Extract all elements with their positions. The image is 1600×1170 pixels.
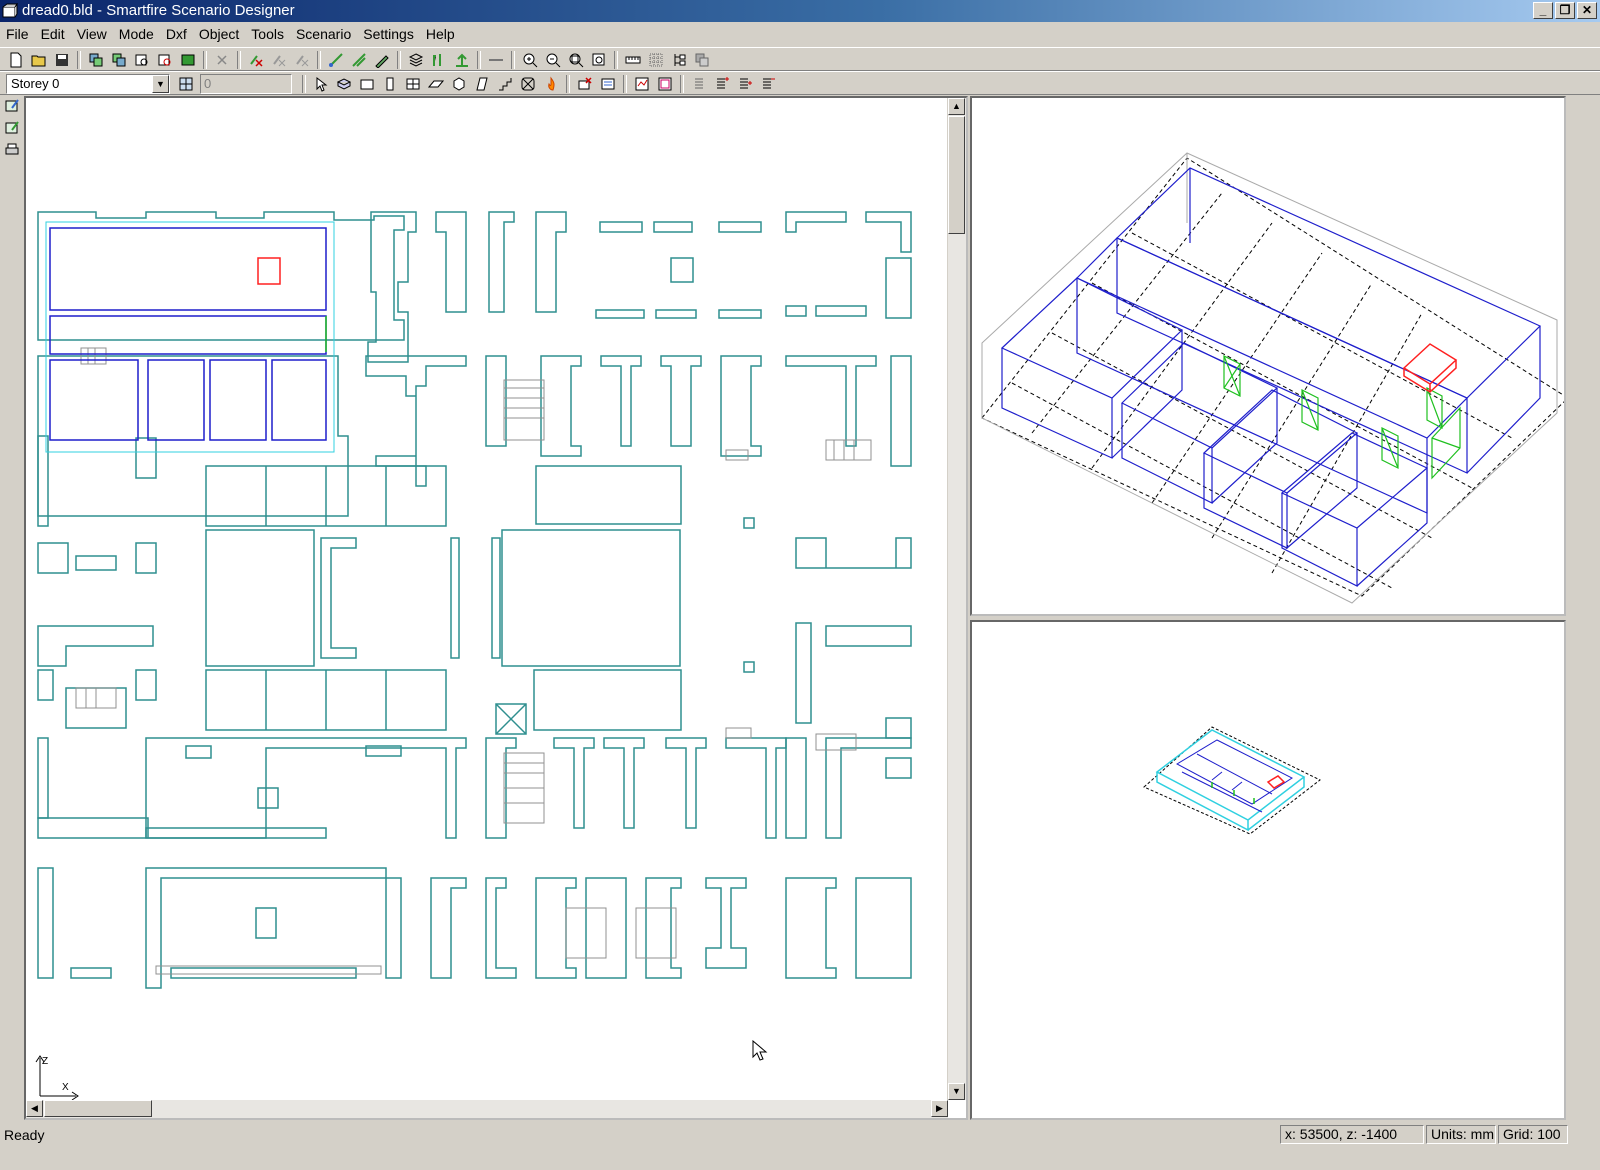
storey-select[interactable]: Storey 0 ▼ — [6, 74, 170, 94]
isometric-view-small[interactable] — [970, 620, 1566, 1120]
main-toolbar — [0, 47, 1600, 71]
mouse-cursor-icon — [752, 1040, 768, 1061]
scroll-left-button[interactable]: ◀ — [26, 1100, 43, 1117]
save-icon[interactable] — [52, 51, 72, 69]
find-icon[interactable] — [132, 51, 152, 69]
floor-plan-drawing[interactable] — [26, 98, 948, 1100]
plan-view[interactable]: Z X ▲ ▼ ◀ ▶ — [24, 96, 968, 1120]
horizontal-scroll-thumb[interactable] — [44, 1100, 152, 1117]
grid-icon[interactable] — [646, 51, 666, 69]
remove-object-icon[interactable] — [575, 75, 595, 93]
axis-x-label: X — [62, 1082, 69, 1093]
view-3d-icon[interactable] — [632, 75, 652, 93]
maximize-button[interactable]: ❐ — [1555, 2, 1575, 19]
list-add-icon[interactable] — [712, 75, 732, 93]
object-toolbar: Storey 0 ▼ 0 — [0, 71, 1600, 95]
status-coordinates: x: 53500, z: -1400 — [1280, 1125, 1424, 1144]
delete-icon[interactable] — [212, 51, 232, 69]
storey-object-icon[interactable] — [334, 75, 354, 93]
menu-dxf[interactable]: Dxf — [160, 26, 193, 42]
menu-file[interactable]: File — [0, 26, 35, 42]
grid-spacing-value: 0 — [204, 76, 212, 91]
plan-horizontal-scrollbar[interactable]: ◀ ▶ — [26, 1100, 948, 1118]
tree-icon[interactable] — [669, 51, 689, 69]
menu-scenario[interactable]: Scenario — [290, 26, 357, 42]
menu-tools[interactable]: Tools — [245, 26, 290, 42]
properties-icon[interactable] — [598, 75, 618, 93]
menu-edit[interactable]: Edit — [35, 26, 71, 42]
fire-icon[interactable] — [541, 75, 561, 93]
grid-snap-icon[interactable] — [176, 75, 196, 93]
print-tool-icon[interactable] — [2, 141, 22, 159]
menu-object[interactable]: Object — [193, 26, 245, 42]
status-units: Units: mm — [1426, 1125, 1496, 1144]
isometric-view-large[interactable] — [970, 96, 1566, 616]
axis-z-label: Z — [42, 1056, 49, 1067]
view-plan-icon[interactable] — [655, 75, 675, 93]
status-text: Ready — [4, 1127, 45, 1143]
floor-icon[interactable] — [426, 75, 446, 93]
building-3d-overview[interactable] — [972, 622, 1564, 1118]
database-icon[interactable] — [178, 51, 198, 69]
close-button[interactable]: ✕ — [1577, 2, 1597, 19]
window-title: dread0.bld - Smartfire Scenario Designer — [22, 2, 295, 19]
draw-room-tool-icon[interactable] — [2, 97, 22, 115]
block-icon[interactable] — [449, 75, 469, 93]
status-grid: Grid: 100 — [1498, 1125, 1568, 1144]
vertical-scroll-thumb[interactable] — [948, 116, 965, 234]
app-icon — [2, 3, 18, 18]
find-next-icon[interactable] — [155, 51, 175, 69]
menu-settings[interactable]: Settings — [357, 26, 420, 42]
edit-room-tool-icon[interactable] — [2, 119, 22, 137]
door-icon[interactable] — [380, 75, 400, 93]
building-3d-drawing[interactable] — [972, 98, 1564, 614]
menu-bar: File Edit View Mode Dxf Object Tools Sce… — [0, 22, 1600, 46]
zoom-fit-icon[interactable] — [566, 51, 586, 69]
ruler-icon[interactable] — [623, 51, 643, 69]
list-remove-icon[interactable] — [758, 75, 778, 93]
list-icon[interactable] — [689, 75, 709, 93]
scroll-right-button[interactable]: ▶ — [931, 1100, 948, 1117]
stair-icon[interactable] — [495, 75, 515, 93]
window-object-icon[interactable] — [403, 75, 423, 93]
room-icon[interactable] — [357, 75, 377, 93]
storey-select-value: Storey 0 — [11, 76, 60, 91]
grid-spacing-field[interactable]: 0 — [200, 74, 292, 94]
delete-all-icon[interactable] — [269, 51, 289, 69]
measure-icon[interactable] — [486, 51, 506, 69]
left-tool-strip — [0, 95, 24, 1125]
storey-up-icon[interactable] — [429, 51, 449, 69]
storey-icon[interactable] — [452, 51, 472, 69]
zoom-window-icon[interactable] — [589, 51, 609, 69]
scroll-up-button[interactable]: ▲ — [948, 98, 965, 115]
menu-help[interactable]: Help — [420, 26, 461, 42]
status-bar: Ready x: 53500, z: -1400 Units: mm Grid:… — [0, 1124, 1600, 1146]
zoom-in-icon[interactable] — [520, 51, 540, 69]
axis-indicator — [35, 1055, 79, 1101]
zoom-out-icon[interactable] — [543, 51, 563, 69]
delete-selected-icon[interactable] — [292, 51, 312, 69]
delete-object-icon[interactable] — [246, 51, 266, 69]
scroll-down-button[interactable]: ▼ — [948, 1083, 965, 1100]
layers-icon[interactable] — [406, 51, 426, 69]
connect-all-icon[interactable] — [349, 51, 369, 69]
copy-storey-icon[interactable] — [86, 51, 106, 69]
edit-line-icon[interactable] — [372, 51, 392, 69]
open-folder-icon[interactable] — [29, 51, 49, 69]
vent-icon[interactable] — [518, 75, 538, 93]
paste-storey-icon[interactable] — [109, 51, 129, 69]
title-bar: dread0.bld - Smartfire Scenario Designer… — [0, 0, 1600, 22]
menu-mode[interactable]: Mode — [113, 26, 160, 42]
list-insert-icon[interactable] — [735, 75, 755, 93]
windows-icon[interactable] — [692, 51, 712, 69]
connect-icon[interactable] — [326, 51, 346, 69]
chevron-down-icon[interactable]: ▼ — [152, 75, 169, 93]
menu-view[interactable]: View — [71, 26, 113, 42]
minimize-button[interactable]: _ — [1533, 2, 1553, 19]
select-arrow-icon[interactable] — [311, 75, 331, 93]
plan-vertical-scrollbar[interactable]: ▲ ▼ — [947, 98, 966, 1100]
new-file-icon[interactable] — [6, 51, 26, 69]
wall-icon[interactable] — [472, 75, 492, 93]
